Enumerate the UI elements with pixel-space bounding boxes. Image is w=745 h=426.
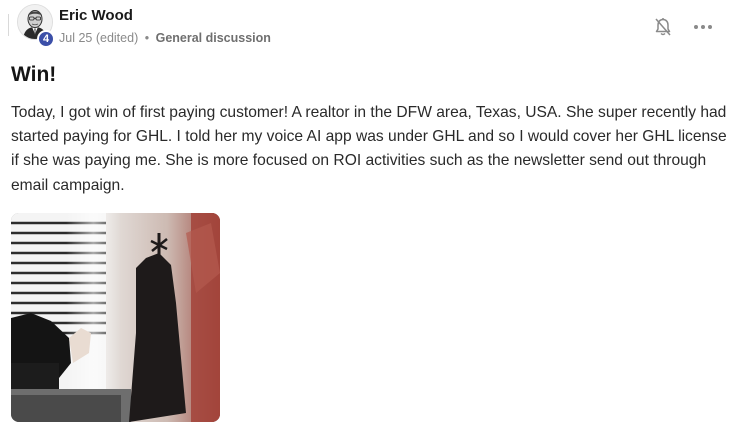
post-card: 4 Eric Wood Jul 25 (edited) • General di…: [0, 0, 745, 426]
post-date: Jul 25: [59, 31, 93, 45]
post-category[interactable]: General discussion: [156, 31, 271, 45]
level-badge: 4: [37, 30, 55, 48]
post-title: Win!: [11, 63, 57, 86]
divider: [8, 14, 9, 36]
edited-label: (edited): [95, 31, 139, 45]
meta-separator: •: [144, 31, 150, 45]
author-avatar-group[interactable]: 4: [17, 4, 55, 48]
post-body: Today, I got win of first paying custome…: [11, 104, 727, 194]
post-image[interactable]: [11, 213, 220, 422]
more-horizontal-icon[interactable]: [692, 17, 714, 37]
author-name[interactable]: Eric Wood: [59, 7, 133, 24]
bell-off-icon[interactable]: [654, 17, 672, 37]
post-meta: Jul 25 (edited) • General discussion: [59, 31, 271, 45]
